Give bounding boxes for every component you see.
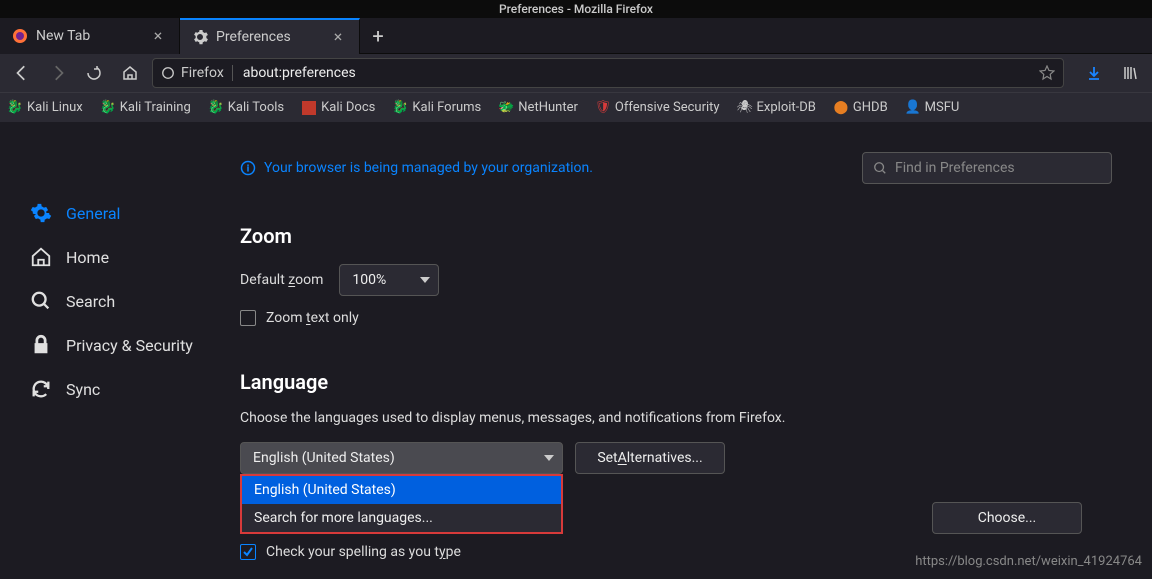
tab-preferences[interactable]: Preferences ×: [180, 18, 360, 54]
home-button[interactable]: [116, 59, 144, 87]
sync-icon: [30, 378, 52, 400]
close-icon[interactable]: ×: [149, 26, 167, 45]
bookmark-kali-tools[interactable]: 🐉Kali Tools: [209, 100, 284, 115]
bookmark-offensive-security[interactable]: 🛡Offensive Security: [596, 100, 720, 115]
bookmark-exploit-db[interactable]: 🕷Exploit-DB: [738, 100, 816, 115]
set-alternatives-button[interactable]: Set Alternatives...: [575, 442, 725, 474]
preferences-sidebar: General Home Search Privacy & Security S…: [0, 122, 240, 579]
library-button[interactable]: [1116, 59, 1144, 87]
dragon-icon: 🐉: [209, 101, 223, 115]
identity-box[interactable]: Firefox: [161, 65, 233, 81]
sidebar-item-sync[interactable]: Sync: [30, 378, 220, 400]
bookmark-kali-training[interactable]: 🐉Kali Training: [101, 100, 191, 115]
choose-languages-button[interactable]: Choose...: [932, 502, 1082, 534]
language-dropdown: English (United States) Search for more …: [240, 474, 563, 534]
chevron-down-icon: [544, 455, 554, 461]
zoom-section-title: Zoom: [240, 224, 1112, 248]
search-preferences-input[interactable]: Find in Preferences: [862, 152, 1112, 184]
default-zoom-label: Default zoom: [240, 272, 323, 288]
new-tab-button[interactable]: +: [360, 24, 396, 48]
docs-icon: [302, 101, 316, 115]
bookmark-star-icon[interactable]: [1039, 65, 1055, 81]
gear-icon: [192, 29, 208, 45]
search-placeholder: Find in Preferences: [895, 160, 1015, 176]
ghdb-icon: ⬤: [834, 101, 848, 115]
identity-label: Firefox: [181, 65, 224, 81]
downloads-button[interactable]: [1080, 59, 1108, 87]
sidebar-item-general[interactable]: General: [30, 202, 220, 224]
zoom-text-only-label: Zoom text only: [266, 310, 359, 326]
bookmark-msfu[interactable]: 👤MSFU: [906, 100, 960, 115]
bookmarks-toolbar: 🐉Kali Linux 🐉Kali Training 🐉Kali Tools K…: [0, 92, 1152, 122]
forward-button[interactable]: [44, 59, 72, 87]
info-icon: [240, 160, 256, 176]
org-managed-notice[interactable]: Your browser is being managed by your or…: [240, 160, 842, 176]
lock-icon: [30, 334, 52, 356]
bookmark-kali-docs[interactable]: Kali Docs: [302, 100, 375, 115]
firefox-icon: [12, 28, 28, 44]
sidebar-item-home[interactable]: Home: [30, 246, 220, 268]
sidebar-item-label: Search: [66, 292, 115, 311]
bookmark-kali-linux[interactable]: 🐉Kali Linux: [8, 100, 83, 115]
url-text: about:preferences: [243, 65, 1033, 81]
dragon-icon: 🐉: [101, 101, 115, 115]
navigation-toolbar: Firefox about:preferences: [0, 54, 1152, 92]
sidebar-item-label: General: [66, 204, 120, 223]
dragon-icon: 🐉: [393, 101, 407, 115]
exploitdb-icon: 🕷: [738, 101, 752, 115]
dropdown-option-english-us[interactable]: English (United States): [242, 476, 561, 504]
back-button[interactable]: [8, 59, 36, 87]
check-spelling-label: Check your spelling as you type: [266, 544, 461, 560]
watermark-text: https://blog.csdn.net/weixin_41924764: [915, 554, 1142, 569]
tab-strip: New Tab × Preferences × +: [0, 18, 1152, 54]
language-section-title: Language: [240, 370, 1112, 394]
reload-button[interactable]: [80, 59, 108, 87]
sidebar-item-label: Sync: [66, 380, 100, 399]
sidebar-item-label: Privacy & Security: [66, 336, 193, 355]
dropdown-option-search-more[interactable]: Search for more languages...: [242, 504, 561, 532]
zoom-text-only-checkbox[interactable]: [240, 310, 256, 326]
offsec-icon: 🛡: [596, 101, 610, 115]
language-select[interactable]: English (United States): [240, 442, 563, 474]
tab-label: Preferences: [216, 29, 291, 45]
bookmark-kali-forums[interactable]: 🐉Kali Forums: [393, 100, 481, 115]
language-selected: English (United States): [253, 450, 395, 466]
sidebar-item-search[interactable]: Search: [30, 290, 220, 312]
sidebar-item-privacy[interactable]: Privacy & Security: [30, 334, 220, 356]
org-banner-text: Your browser is being managed by your or…: [264, 160, 593, 176]
sidebar-item-label: Home: [66, 248, 109, 267]
home-icon: [30, 246, 52, 268]
zoom-value: 100%: [352, 272, 386, 288]
gear-icon: [30, 202, 52, 224]
url-bar[interactable]: Firefox about:preferences: [152, 58, 1064, 88]
search-icon: [30, 290, 52, 312]
chevron-down-icon: [420, 277, 430, 283]
search-icon: [873, 161, 887, 175]
close-icon[interactable]: ×: [329, 27, 347, 46]
nethunter-icon: 🐲: [499, 101, 513, 115]
bookmark-ghdb[interactable]: ⬤GHDB: [834, 100, 888, 115]
default-zoom-select[interactable]: 100%: [339, 264, 439, 296]
check-spelling-checkbox[interactable]: [240, 544, 256, 560]
bookmark-nethunter[interactable]: 🐲NetHunter: [499, 100, 578, 115]
msfu-icon: 👤: [906, 101, 920, 115]
tab-new-tab[interactable]: New Tab ×: [0, 18, 180, 54]
window-title: Preferences - Mozilla Firefox: [0, 0, 1152, 18]
tab-label: New Tab: [36, 28, 90, 44]
dragon-icon: 🐉: [8, 101, 22, 115]
language-description: Choose the languages used to display men…: [240, 410, 1112, 426]
preferences-main: Your browser is being managed by your or…: [240, 122, 1152, 579]
